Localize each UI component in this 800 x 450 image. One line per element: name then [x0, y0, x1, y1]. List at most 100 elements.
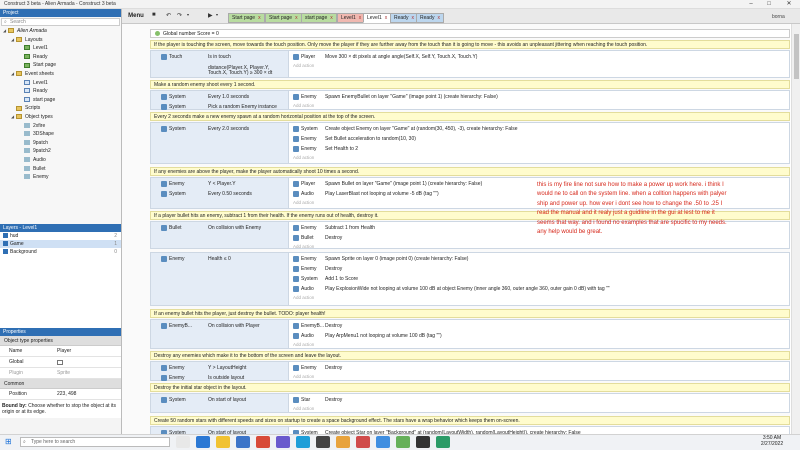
layer-visible-checkbox[interactable]	[3, 249, 8, 255]
action[interactable]: Enemy Spawn EnemyBullet on layer "Game" (…	[289, 92, 789, 102]
condition[interactable]: distance(Player.X, Player.Y, Touch.X, To…	[161, 65, 288, 79]
property-row-position[interactable]: Position 223, 498	[0, 389, 121, 400]
tab-start-page-2[interactable]: Start page x	[265, 13, 302, 23]
app-icon[interactable]	[276, 436, 290, 448]
tree-item[interactable]: start page	[0, 96, 121, 105]
tab-close-icon[interactable]: x	[258, 15, 261, 21]
action[interactable]: EnemyB... Destroy	[289, 321, 789, 331]
windows-start-icon[interactable]: ⊞	[5, 437, 12, 446]
menu-button[interactable]: Menu	[124, 10, 148, 22]
comment[interactable]: If any enemies are above the player, mak…	[150, 167, 790, 176]
user-name[interactable]: borna	[772, 14, 785, 20]
layer-item[interactable]: Game 1	[0, 240, 121, 248]
condition[interactable]: EnemyB... On collision with Player	[161, 321, 288, 331]
tab-close-icon[interactable]: x	[411, 15, 414, 21]
tree-item[interactable]: Bullet	[0, 165, 121, 174]
comment[interactable]: Destroy any enemies which make it to the…	[150, 351, 790, 360]
action[interactable]: Enemy Set Bullet acceleration to random(1…	[289, 134, 789, 144]
undo-menu-chevron-icon[interactable]: ▾	[187, 12, 189, 17]
app-icon[interactable]	[336, 436, 350, 448]
tree-item[interactable]: ◢ Alien Armada	[0, 27, 121, 36]
condition[interactable]: System Every 2.0 seconds	[161, 124, 288, 134]
taskbar-search-input[interactable]: ⌕ Type here to search	[20, 437, 170, 447]
app-icon[interactable]	[416, 436, 430, 448]
app-icon[interactable]	[436, 436, 450, 448]
tab-close-icon[interactable]: x	[359, 15, 362, 21]
tree-item[interactable]: ◢ Event sheets	[0, 70, 121, 79]
common-section-title[interactable]: Common	[0, 379, 121, 389]
tab-level1-sheet[interactable]: Level1 x	[363, 13, 392, 23]
property-row-global[interactable]: Global	[0, 357, 121, 368]
condition[interactable]: Enemy Y > LayoutHeight	[161, 363, 288, 373]
comment[interactable]: Destroy the initial star object in the l…	[150, 383, 790, 392]
condition[interactable]: System Every 0.50 seconds	[161, 189, 288, 199]
add-action-link[interactable]: Add action	[293, 341, 314, 349]
global-checkbox[interactable]	[57, 360, 63, 365]
tab-close-icon[interactable]: x	[385, 15, 388, 21]
comment[interactable]: Make a random enemy shoot every 1 second…	[150, 80, 790, 89]
comment[interactable]: Every 2 seconds make a new enemy spawn a…	[150, 112, 790, 121]
tree-item[interactable]: Enemy	[0, 173, 121, 182]
file-explorer-icon[interactable]	[216, 436, 230, 448]
taskbar-clock[interactable]: 3:50 AM 2/27/2022	[748, 435, 796, 447]
event-block[interactable]: System Every 1.0 seconds System Pick a rand…	[150, 90, 790, 110]
event-block[interactable]: Enemy Health ≤ 0 Enemy Spawn Sprite on laye…	[150, 252, 790, 306]
construct-icon[interactable]	[356, 436, 370, 448]
app-icon[interactable]	[316, 436, 330, 448]
action[interactable]: System Add 1 to Score	[289, 274, 789, 284]
condition[interactable]: Enemy Is outside layout	[161, 373, 288, 383]
tab-ready-sheet[interactable]: Ready x	[416, 13, 444, 23]
global-variable[interactable]: Global number Score = 0	[150, 29, 790, 38]
add-action-link[interactable]: Add action	[293, 199, 314, 207]
close-icon[interactable]: ✕	[782, 0, 796, 9]
event-block[interactable]: System On start of layout Star Destroy Add a…	[150, 393, 790, 413]
add-action-link[interactable]: Add action	[293, 102, 314, 110]
tab-close-icon[interactable]: x	[295, 15, 298, 21]
tree-item[interactable]: 2xfire	[0, 122, 121, 131]
layer-visible-checkbox[interactable]	[3, 233, 8, 239]
tree-item[interactable]: 9patch2	[0, 147, 121, 156]
tree-item[interactable]: Ready	[0, 87, 121, 96]
property-row-name[interactable]: Name Player	[0, 346, 121, 357]
redo-icon[interactable]: ↷	[177, 12, 182, 19]
tree-item[interactable]: Audio	[0, 156, 121, 165]
comment[interactable]: If an enemy bullet hits the player, just…	[150, 309, 790, 318]
tree-item[interactable]: Start page	[0, 61, 121, 70]
tab-close-icon[interactable]: x	[437, 15, 440, 21]
layer-item[interactable]: hud 2	[0, 232, 121, 240]
add-action-link[interactable]: Add action	[293, 62, 314, 70]
condition[interactable]: Touch Is in touch	[161, 52, 288, 62]
store-icon[interactable]	[236, 436, 250, 448]
tab-ready-layout[interactable]: Ready x	[390, 13, 418, 23]
play-icon[interactable]: ▶	[208, 12, 213, 19]
tree-item[interactable]: ◢ Layouts	[0, 36, 121, 45]
condition[interactable]: System On start of layout	[161, 395, 288, 405]
task-view-icon[interactable]	[176, 436, 190, 448]
action[interactable]: Audio Play ExplosionWide not looping at v…	[289, 284, 789, 294]
tree-item[interactable]: 9patch	[0, 139, 121, 148]
tree-item[interactable]: Level1	[0, 79, 121, 88]
save-icon[interactable]: ■	[152, 12, 156, 18]
tree-item[interactable]: ◢ Object types	[0, 113, 121, 122]
chrome-icon[interactable]	[256, 436, 270, 448]
play-menu-chevron-icon[interactable]: ▾	[216, 12, 218, 17]
tab-close-icon[interactable]: x	[330, 15, 333, 21]
app-icon[interactable]	[376, 436, 390, 448]
condition[interactable]: System Pick a random Enemy instance	[161, 102, 288, 112]
tree-item[interactable]: Level1	[0, 44, 121, 53]
event-sheet-scrollbar[interactable]	[791, 24, 800, 434]
event-block[interactable]: Enemy Y > LayoutHeight Enemy Is outside lay…	[150, 361, 790, 381]
tree-item[interactable]: Ready	[0, 53, 121, 62]
action[interactable]: Star Destroy	[289, 395, 789, 405]
minimize-icon[interactable]: –	[744, 0, 758, 9]
layer-visible-checkbox[interactable]	[3, 241, 8, 247]
tree-item[interactable]: 3DShape	[0, 130, 121, 139]
condition[interactable]: System Every 1.0 seconds	[161, 92, 288, 102]
project-search-input[interactable]: ⌕ Search	[1, 18, 120, 26]
action[interactable]: System Create object Enemy on layer "Game…	[289, 124, 789, 134]
condition[interactable]: Enemy Y < Player.Y	[161, 179, 288, 189]
action[interactable]: Audio Play ArpMenu1 not looping at volume…	[289, 331, 789, 341]
action[interactable]: Enemy Destroy	[289, 363, 789, 373]
app-icon[interactable]	[296, 436, 310, 448]
app-icon[interactable]	[396, 436, 410, 448]
